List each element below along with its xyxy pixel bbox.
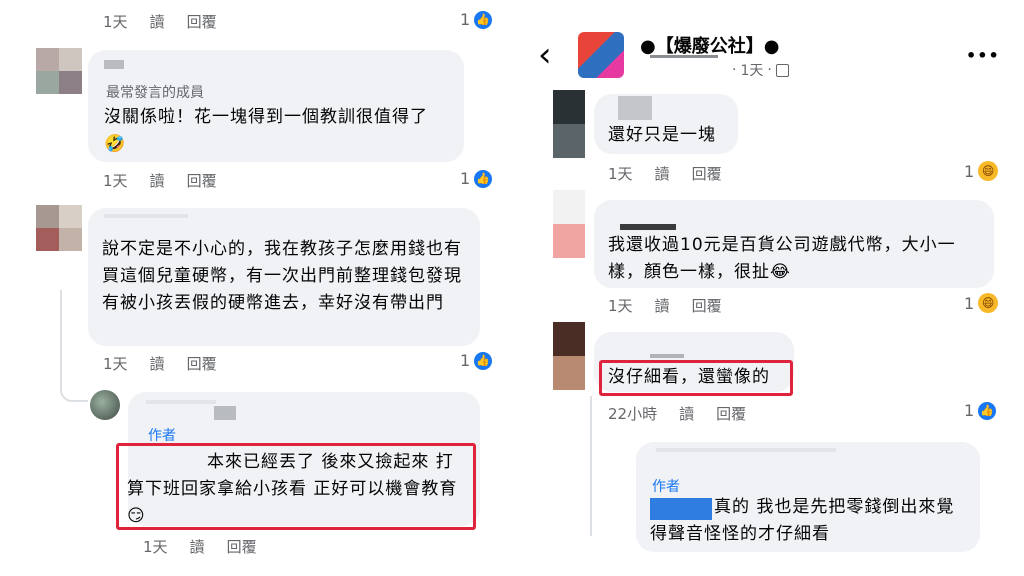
comment-actions: 1天 讀 回覆 [143, 536, 257, 557]
read-button[interactable]: 讀 [150, 353, 165, 374]
rofl-emoji: 🤣 [104, 134, 127, 154]
comment-text: 還好只是一塊 [608, 125, 716, 145]
comment-bubble: 我還收過10元是百貨公司遊戲代幣，大小一樣，顏色一樣，很扯😂 [594, 200, 994, 288]
comment-time: 1天 [143, 538, 168, 556]
redacted-name [214, 406, 236, 420]
comment-bubble: 還好只是一塊 [594, 94, 738, 154]
panel-divider [512, 0, 513, 576]
reply-button[interactable]: 回覆 [187, 11, 217, 32]
reaction-count[interactable]: 1 👍 [460, 10, 493, 29]
comment-bubble: 最常發言的成員 沒關係啦！花一塊得到一個教訓很值得了 🤣 [88, 50, 464, 162]
read-button[interactable]: 讀 [679, 403, 694, 424]
comment-actions: 1天 讀 回覆 [103, 11, 217, 32]
redacted-name [618, 96, 652, 120]
group-logo[interactable] [578, 32, 624, 78]
redacted-name [650, 354, 684, 358]
post-time: 1天 [740, 63, 764, 79]
privacy-icon [775, 63, 789, 77]
comment-text: 真的 我也是先把零錢倒出來覺得聲音怪怪的才仔細看 [650, 497, 955, 544]
comment-bubble: 作者 真的 我也是先把零錢倒出來覺得聲音怪怪的才仔細看 [636, 442, 980, 552]
reaction-number: 1 [964, 161, 975, 181]
highlight-box: 本來已經丟了 後來又撿起來 打算下班回家拿給小孩看 正好可以機會教育 😏 [116, 443, 476, 530]
like-icon: 👍 [978, 401, 997, 420]
comment-text: 本來已經丟了 後來又撿起來 打算下班回家拿給小孩看 正好可以機會教育 😏 [127, 449, 463, 530]
reaction-number: 1 [460, 351, 471, 370]
comment-time: 1天 [608, 297, 633, 315]
smirk-emoji: 😏 [127, 506, 146, 526]
comment-text: 沒仔細看，還蠻像的 [608, 367, 770, 387]
redacted-name [656, 448, 836, 452]
joy-emoji: 😂 [770, 262, 791, 282]
comment-text: 說不定是不小心的，我在教孩子怎麼用錢也有買這個兒童硬幣，有一次出門前整理錢包發現… [102, 239, 462, 313]
read-button[interactable]: 讀 [655, 163, 670, 184]
author-avatar[interactable] [90, 390, 120, 420]
reaction-number: 1 [460, 169, 471, 188]
reply-button[interactable]: 回覆 [692, 295, 722, 316]
reaction-number: 1 [964, 401, 975, 420]
reply-button[interactable]: 回覆 [692, 163, 722, 184]
read-button[interactable]: 讀 [190, 536, 205, 557]
comment-actions: 1天 讀 回覆 [608, 163, 722, 184]
reply-thread-line [60, 290, 88, 402]
comment-time: 1天 [103, 13, 128, 31]
comment-bubble: 說不定是不小心的，我在教孩子怎麼用錢也有買這個兒童硬幣，有一次出門前整理錢包發現… [88, 208, 480, 346]
like-icon: 👍 [474, 10, 493, 29]
avatar[interactable] [36, 205, 82, 251]
redacted-name [650, 55, 718, 58]
read-button[interactable]: 讀 [655, 295, 670, 316]
reply-button[interactable]: 回覆 [716, 403, 746, 424]
top-fan-badge: 最常發言的成員 [106, 85, 204, 101]
comment-actions: 1天 讀 回覆 [608, 295, 722, 316]
separator-dot: · [732, 62, 737, 78]
comment-time: 1天 [103, 355, 128, 373]
haha-icon: 😄 [978, 161, 999, 181]
read-button[interactable]: 讀 [150, 170, 165, 191]
redacted-name [104, 60, 124, 69]
comment-body: 本來已經丟了 後來又撿起來 打算下班回家拿給小孩看 正好可以機會教育 [127, 452, 458, 499]
redacted-name [620, 224, 676, 230]
redacted-name [104, 214, 188, 218]
reaction-number: 1 [460, 10, 471, 29]
avatar[interactable] [553, 90, 585, 158]
comment-time: 1天 [608, 165, 633, 183]
like-icon: 👍 [474, 351, 493, 370]
read-button[interactable]: 讀 [150, 11, 165, 32]
haha-icon: 😄 [978, 293, 999, 313]
separator-dot: · [767, 62, 772, 78]
author-badge: 作者 [652, 479, 680, 495]
reaction-count[interactable]: 1 👍 [460, 169, 493, 188]
reply-button[interactable]: 回覆 [187, 170, 217, 191]
avatar[interactable] [553, 190, 585, 258]
comment-text: 我還收過10元是百貨公司遊戲代幣，大小一樣，顏色一樣，很扯😂 [608, 232, 984, 286]
reply-thread-line [590, 396, 632, 536]
like-icon: 👍 [474, 169, 493, 188]
more-options-button[interactable]: ••• [966, 46, 1000, 65]
post-meta: · 1天 · [732, 60, 789, 80]
author-badge: 作者 [148, 428, 176, 444]
reply-button[interactable]: 回覆 [227, 536, 257, 557]
comment-body: 沒關係啦！花一塊得到一個教訓很值得了 [104, 107, 428, 127]
comment-text: 沒關係啦！花一塊得到一個教訓很值得了 🤣 [104, 104, 454, 158]
reaction-count[interactable]: 1 😄 [964, 161, 999, 181]
avatar[interactable] [553, 322, 585, 390]
reaction-number: 1 [964, 293, 975, 313]
comment-time: 1天 [103, 172, 128, 190]
reaction-count[interactable]: 1 😄 [964, 293, 999, 313]
avatar[interactable] [36, 48, 82, 94]
comment-actions: 1天 讀 回覆 [103, 170, 217, 191]
back-button[interactable]: ‹ [538, 38, 552, 72]
reaction-count[interactable]: 1 👍 [460, 351, 493, 370]
reply-button[interactable]: 回覆 [187, 353, 217, 374]
reaction-count[interactable]: 1 👍 [964, 401, 997, 420]
redacted-name [146, 400, 216, 404]
highlight-box: 沒仔細看，還蠻像的 [599, 360, 793, 396]
comment-actions: 1天 讀 回覆 [103, 353, 217, 374]
